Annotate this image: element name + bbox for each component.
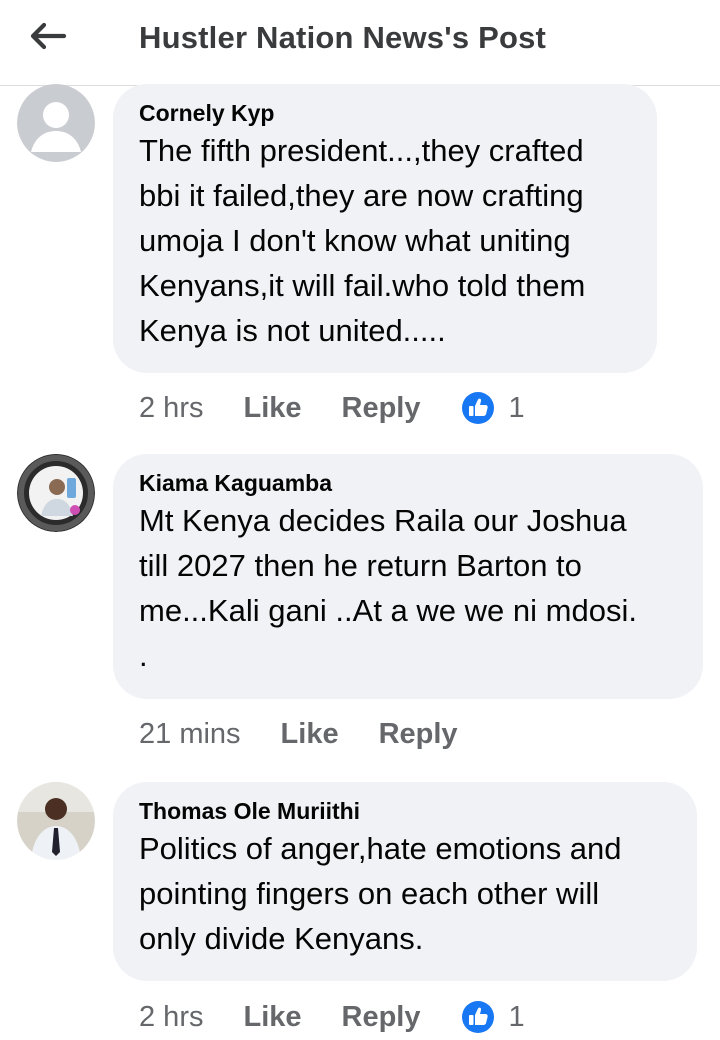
comment-bubble[interactable]: Cornely Kyp The fifth president...,they …: [113, 84, 657, 373]
reply-button[interactable]: Reply: [342, 392, 421, 425]
comment-text: Politics of anger,hate emotions and poin…: [139, 831, 622, 956]
comment-actions: 2 hrs Like Reply 1: [139, 997, 525, 1037]
user-photo-avatar-icon: [17, 454, 95, 532]
avatar[interactable]: [17, 84, 95, 162]
comment-timestamp[interactable]: 21 mins: [139, 718, 241, 751]
comment-text: The fifth president...,they crafted bbi …: [139, 133, 586, 348]
comment-bubble[interactable]: Kiama Kaguamba Mt Kenya decides Raila ou…: [113, 454, 703, 699]
comment-author[interactable]: Cornely Kyp: [139, 98, 633, 128]
avatar[interactable]: [17, 782, 95, 860]
comment-actions: 21 mins Like Reply: [139, 714, 498, 754]
reply-button[interactable]: Reply: [379, 718, 458, 751]
thumbs-up-icon: [461, 392, 494, 424]
back-button[interactable]: [24, 14, 72, 58]
avatar[interactable]: [17, 454, 95, 532]
reply-button[interactable]: Reply: [342, 1001, 421, 1034]
reaction-summary[interactable]: 1: [461, 1000, 525, 1034]
reaction-count: 1: [508, 1000, 525, 1033]
page-title: Hustler Nation News's Post: [139, 20, 547, 55]
comment-timestamp[interactable]: 2 hrs: [139, 392, 203, 425]
user-photo-avatar-icon: [17, 782, 95, 860]
comment-author[interactable]: Kiama Kaguamba: [139, 468, 679, 498]
comment-timestamp[interactable]: 2 hrs: [139, 1001, 203, 1034]
like-button[interactable]: Like: [281, 718, 339, 751]
comment-bubble[interactable]: Thomas Ole Muriithi Politics of anger,ha…: [113, 782, 697, 981]
reaction-count: 1: [508, 391, 525, 424]
post-header: Hustler Nation News's Post: [0, 0, 720, 86]
comment-actions: 2 hrs Like Reply 1: [139, 388, 525, 428]
like-button[interactable]: Like: [243, 1001, 301, 1034]
like-button[interactable]: Like: [243, 392, 301, 425]
thumbs-up-icon: [461, 1001, 494, 1033]
reaction-summary[interactable]: 1: [461, 391, 525, 425]
comment-author[interactable]: Thomas Ole Muriithi: [139, 796, 673, 826]
arrow-left-icon: [30, 22, 67, 50]
default-avatar-icon: [17, 84, 95, 162]
comment-text: Mt Kenya decides Raila our Joshua till 2…: [139, 503, 637, 673]
